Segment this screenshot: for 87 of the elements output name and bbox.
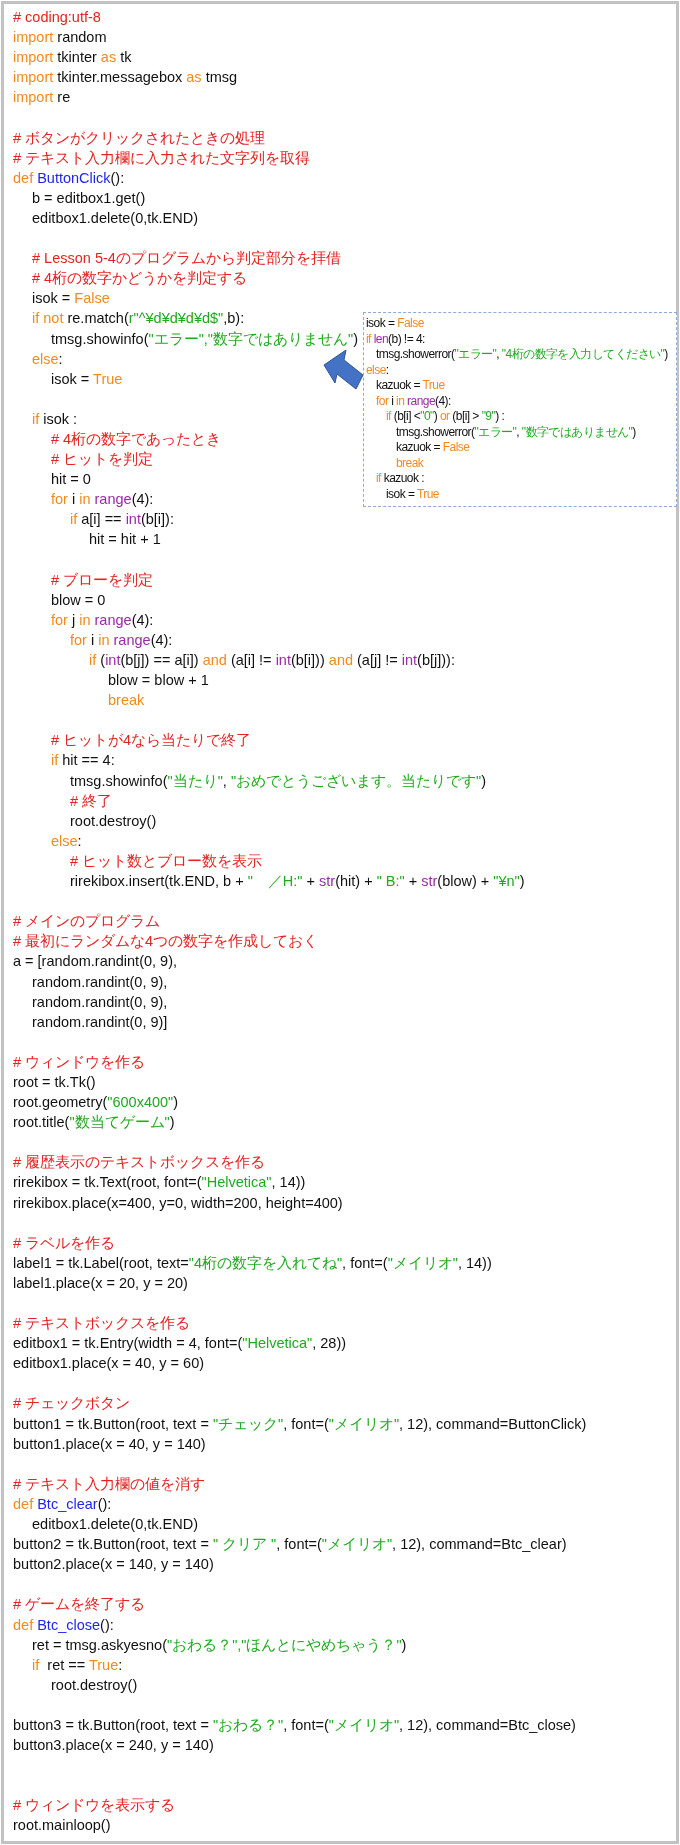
code-line: b = editbox1.get() — [32, 189, 146, 206]
code-line: random.randint(0, 9)] — [32, 1013, 168, 1030]
code-line: # テキスト入力欄の値を消す — [13, 1475, 206, 1492]
code-line: isok = False — [32, 290, 110, 307]
code-line: root.destroy() — [51, 1676, 138, 1693]
code-line: def Btc_clear(): — [13, 1495, 112, 1512]
code-line: # メインのプログラム — [13, 913, 161, 930]
code-line: button3 = tk.Button(root, text = "おわる？", font=("メイリオ", 12), command=Btc_close) — [13, 1716, 576, 1733]
code-line: for j in range(4): — [51, 611, 154, 628]
code-line: random.randint(0, 9), — [32, 973, 168, 990]
code-line: label1 = tk.Label(root, text="4桁の数字を入れてね", font=("メイリオ", 14)) — [13, 1254, 492, 1271]
code-line: button1.place(x = 40, y = 140) — [13, 1435, 206, 1452]
code-line: for i in range(4): — [70, 631, 173, 648]
code-line: rirekibox.insert(tk.END, b + " ／H:" + str(hit) + " B:" + str(blow) + "¥n") — [70, 873, 525, 890]
code-line: ret = tmsg.askyesno("おわる？","ほんとにやめちゃう？") — [32, 1636, 407, 1653]
code-line: # ヒットが4なら当たりで終了 — [51, 732, 252, 749]
code-line: # ヒット数とブロー数を表示 — [70, 852, 263, 869]
code-line: # coding:utf-8 — [13, 9, 101, 25]
code-line: import re — [13, 89, 71, 106]
code-line: if isok : — [32, 410, 78, 427]
callout-code-line: tmsg.showerror("エラー", "数字ではありません") — [396, 424, 636, 439]
code-line: else: — [32, 350, 63, 367]
code-line: rirekibox.place(x=400, y=0, width=200, height=400) — [13, 1194, 343, 1211]
callout-code-line: tmsg.showerror("エラー", "4桁の数字を入力してください") — [376, 347, 668, 361]
code-line: editbox1.delete(0,tk.END) — [32, 1516, 199, 1533]
code-line: tmsg.showinfo("エラー","数字ではありません") — [51, 330, 358, 347]
code-line: # ヒットを判定 — [51, 451, 154, 468]
code-line: # ラベルを作る — [13, 1234, 116, 1251]
code-line: button2.place(x = 140, y = 140) — [13, 1556, 214, 1573]
callout-code-line: if len(b) != 4: — [366, 331, 425, 346]
callout-code-line: for i in range(4): — [376, 393, 451, 408]
code-line: if a[i] == int(b[i]): — [70, 511, 174, 528]
code-line: def ButtonClick(): — [13, 169, 125, 186]
code-line: tmsg.showinfo("当たり", "おめでとうございます。当たりです") — [70, 772, 486, 789]
code-line: random.randint(0, 9), — [32, 993, 168, 1010]
code-line: rirekibox = tk.Text(root, font=("Helvetica", 14)) — [13, 1174, 306, 1191]
code-line: button3.place(x = 240, y = 140) — [13, 1737, 214, 1754]
callout-code-line: kazuok = False — [396, 440, 470, 454]
code-line: # テキストボックスを作る — [13, 1315, 191, 1332]
callout-code-line: kazuok = True — [376, 378, 445, 392]
code-line: editbox1.delete(0,tk.END) — [32, 209, 199, 226]
code-line: # ブローを判定 — [51, 571, 154, 588]
code-line: # 最初にランダムな4つの数字を作成しておく — [13, 933, 319, 950]
code-line: editbox1 = tk.Entry(width = 4, font=("Helvetica", 28)) — [13, 1335, 347, 1352]
code-line: import tkinter as tk — [13, 49, 132, 66]
code-line: isok = True — [51, 370, 123, 387]
code-line: button1 = tk.Button(root, text = "チェック", font=("メイリオ", 12), command=ButtonClick) — [13, 1415, 587, 1432]
callout-code-line: break — [396, 455, 424, 470]
code-line: blow = blow + 1 — [108, 672, 209, 689]
code-line: else: — [51, 832, 82, 849]
code-line: if (int(b[j]) == a[i]) and (a[i] != int(b[i])) and (a[j] != int(b[j])): — [89, 652, 455, 668]
code-line: # 終了 — [70, 792, 113, 809]
code-line: if hit == 4: — [51, 752, 115, 769]
code-line: root.geometry("600x400") — [13, 1094, 179, 1111]
code-line: blow = 0 — [51, 591, 106, 608]
code-line: # テキスト入力欄に入力された文字列を取得 — [13, 149, 311, 166]
code-line: # 4桁の数字かどうかを判定する — [32, 270, 248, 287]
code-line: label1.place(x = 20, y = 20) — [13, 1274, 188, 1291]
code-line: # 履歴表示のテキストボックスを作る — [13, 1154, 266, 1171]
callout-code-line: else: — [366, 362, 389, 377]
callout-code-line: if (b[i] <"0") or (b[i] > "9") : — [386, 409, 505, 423]
code-line: break — [108, 692, 145, 709]
callout-code-line: isok = False — [366, 316, 424, 330]
code-line: # ウィンドウを作る — [13, 1053, 146, 1070]
code-line: a = [random.randint(0, 9), — [13, 953, 178, 970]
code-line: import random — [13, 29, 107, 46]
code-line: # ゲームを終了する — [13, 1596, 146, 1613]
code-line: hit = 0 — [51, 471, 91, 488]
code-line: # チェックボタン — [13, 1395, 131, 1412]
code-line: if ret == True: — [32, 1656, 123, 1673]
code-line: for i in range(4): — [51, 491, 154, 508]
code-line: button2 = tk.Button(root, text = " クリア ", font=("メイリオ", 12), command=Btc_clear) — [13, 1536, 567, 1553]
code-line: root.mainloop() — [13, 1817, 111, 1834]
callout-code-line: isok = True — [386, 486, 439, 501]
code-line: root = tk.Tk() — [13, 1073, 96, 1090]
code-line: import tkinter.messagebox as tmsg — [13, 69, 238, 86]
code-line: hit = hit + 1 — [89, 531, 161, 548]
code-line: editbox1.place(x = 40, y = 60) — [13, 1355, 205, 1372]
code-line: # 4桁の数字であったとき — [51, 430, 222, 447]
code-line: # Lesson 5-4のプログラムから判定部分を拝借 — [32, 250, 341, 267]
code-line: root.destroy() — [70, 812, 157, 829]
callout-code-line: if kazuok : — [376, 471, 424, 485]
code-line: if not re.match(r"^¥d¥d¥d¥d$",b): — [32, 310, 245, 327]
code-line: # ウィンドウを表示する — [13, 1797, 176, 1814]
code-line: # ボタンがクリックされたときの処理 — [13, 129, 266, 146]
code-line: def Btc_close(): — [13, 1616, 114, 1633]
code-line: root.title("数当てゲーム") — [13, 1114, 175, 1131]
